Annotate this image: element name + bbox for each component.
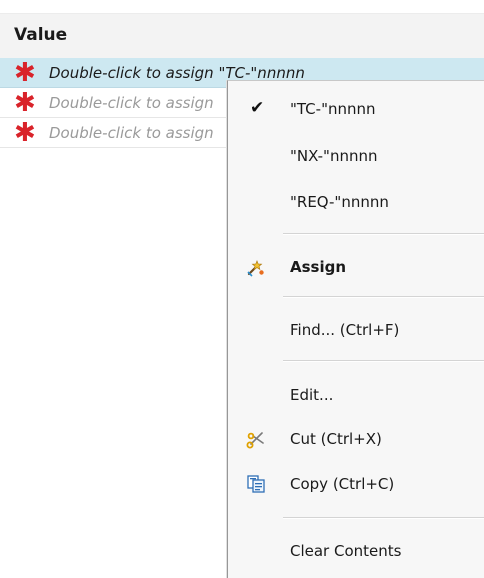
menu-item-nx-format[interactable]: "NX-"nnnnn	[228, 138, 484, 176]
required-icon: ✱	[14, 88, 36, 118]
assign-wand-icon	[246, 257, 266, 277]
value-column-header[interactable]: Value	[0, 13, 484, 59]
menu-separator	[283, 360, 484, 362]
menu-item-label: Clear Contents	[290, 542, 402, 560]
value-cell[interactable]: Double-click to assign	[49, 124, 214, 142]
menu-separator	[283, 517, 484, 519]
menu-item-label: "NX-"nnnnn	[290, 147, 378, 165]
scissors-icon	[246, 429, 266, 449]
value-cell[interactable]: Double-click to assign	[49, 94, 214, 112]
menu-item-copy[interactable]: Copy (Ctrl+C)	[228, 466, 484, 504]
copy-icon	[246, 474, 266, 494]
required-icon: ✱	[14, 58, 36, 88]
menu-item-find[interactable]: Find... (Ctrl+F)	[228, 312, 484, 350]
screen: Value ✱ Double-click to assign "TC-"nnnn…	[0, 0, 484, 578]
menu-item-label: Assign	[290, 258, 347, 276]
menu-item-label: "TC-"nnnnn	[290, 100, 376, 118]
menu-item-label: Copy (Ctrl+C)	[290, 475, 395, 493]
menu-item-req-format[interactable]: "REQ-"nnnnn	[228, 184, 484, 222]
checkmark-icon: ✔	[250, 98, 265, 118]
menu-item-label: Cut (Ctrl+X)	[290, 430, 382, 448]
menu-separator	[283, 296, 484, 298]
value-header-label: Value	[14, 25, 68, 45]
menu-item-assign[interactable]: Assign	[228, 249, 484, 287]
menu-item-cut[interactable]: Cut (Ctrl+X)	[228, 421, 484, 459]
menu-separator	[283, 233, 484, 235]
menu-item-label: Find... (Ctrl+F)	[290, 321, 400, 339]
required-icon: ✱	[14, 118, 36, 148]
menu-item-label: Edit...	[290, 386, 334, 404]
menu-item-clear-contents[interactable]: Clear Contents	[228, 533, 484, 571]
menu-item-label: "REQ-"nnnnn	[290, 193, 389, 211]
menu-item-edit[interactable]: Edit...	[228, 377, 484, 415]
context-menu: ✔ "TC-"nnnnn "NX-"nnnnn "REQ-"nnnnn Assi…	[227, 80, 484, 578]
menu-item-tc-format[interactable]: ✔ "TC-"nnnnn	[228, 91, 484, 129]
